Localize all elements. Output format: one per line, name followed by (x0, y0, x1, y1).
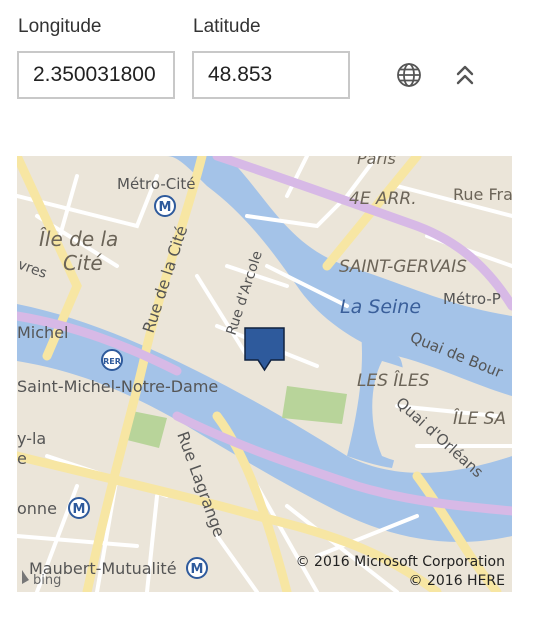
map-label-e: e (17, 449, 27, 468)
collapse-button[interactable] (448, 58, 482, 92)
globe-icon (397, 63, 421, 87)
chevron-double-up-icon (456, 65, 474, 85)
map-label-rue-fra: Rue Fra (453, 185, 512, 204)
map-label-ile-de-la: Île de la (39, 227, 118, 251)
svg-text:M: M (159, 200, 172, 215)
metro-icon: M (154, 195, 176, 217)
longitude-input[interactable] (17, 51, 175, 99)
svg-text:M: M (73, 502, 86, 517)
map-view[interactable]: M RER M M Paris 4E ARR. Rue Fra Métro-Ci… (17, 156, 512, 592)
map-label-cite: Cité (63, 251, 103, 275)
svg-text:M: M (191, 562, 204, 577)
map-label-les-iles: LES ÎLES (357, 369, 430, 391)
globe-button[interactable] (392, 58, 426, 92)
longitude-label: Longitude (18, 16, 102, 37)
map-label-metro-p: Métro-P (443, 290, 501, 308)
map-label-saint-gervais: SAINT-GERVAIS (339, 257, 467, 277)
map-label-metro-cite: Métro-Cité (117, 175, 196, 193)
bing-text: bing (33, 573, 61, 588)
latitude-input[interactable] (192, 51, 350, 99)
map-label-y-la: y-la (17, 429, 46, 448)
map-label-4e-arr: 4E ARR. (349, 189, 417, 209)
map-canvas: M RER M M Paris 4E ARR. Rue Fra Métro-Ci… (17, 156, 512, 592)
map-label-saint-michel-notre-dame: Saint-Michel-Notre-Dame (17, 377, 218, 396)
map-label-la-seine: La Seine (340, 296, 421, 318)
svg-text:RER: RER (103, 357, 121, 366)
attribution-here: © 2016 HERE (409, 573, 505, 589)
map-label-paris: Paris (357, 156, 396, 168)
attribution-microsoft: © 2016 Microsoft Corporation (296, 554, 505, 570)
map-label-michel: Michel (17, 323, 68, 342)
map-label-onne: onne (17, 499, 57, 518)
map-label-ile-sa: ÎLE SA (453, 407, 506, 429)
latitude-label: Latitude (193, 16, 261, 37)
